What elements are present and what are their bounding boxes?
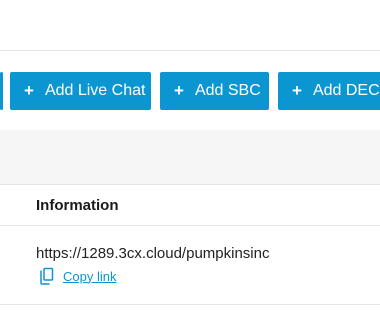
top-divider: [0, 50, 380, 51]
plus-icon: +: [292, 81, 302, 100]
action-toolbar: + Add Live Chat + Add SBC + Add DECT: [0, 72, 380, 110]
copy-link-action[interactable]: Copy link: [38, 267, 116, 285]
url-text: https://1289.3cx.cloud/pumpkinsinc: [36, 245, 270, 262]
add-dect-label: Add DECT: [312, 82, 380, 99]
copy-icon[interactable]: [38, 267, 54, 285]
plus-icon: +: [24, 81, 34, 100]
information-column-header[interactable]: Information: [36, 197, 119, 214]
add-live-chat-button[interactable]: + Add Live Chat: [10, 72, 151, 110]
table-row: https://1289.3cx.cloud/pumpkinsinc Copy …: [0, 226, 380, 305]
partial-button[interactable]: [0, 72, 3, 110]
add-sbc-button[interactable]: + Add SBC: [160, 72, 269, 110]
add-live-chat-label: Add Live Chat: [44, 82, 146, 99]
table-header: Information: [0, 185, 380, 226]
add-sbc-label: Add SBC: [194, 82, 261, 99]
filter-band: [0, 130, 380, 185]
add-dect-button[interactable]: + Add DECT: [278, 72, 380, 110]
plus-icon: +: [174, 81, 184, 100]
copy-link[interactable]: Copy link: [63, 269, 116, 284]
